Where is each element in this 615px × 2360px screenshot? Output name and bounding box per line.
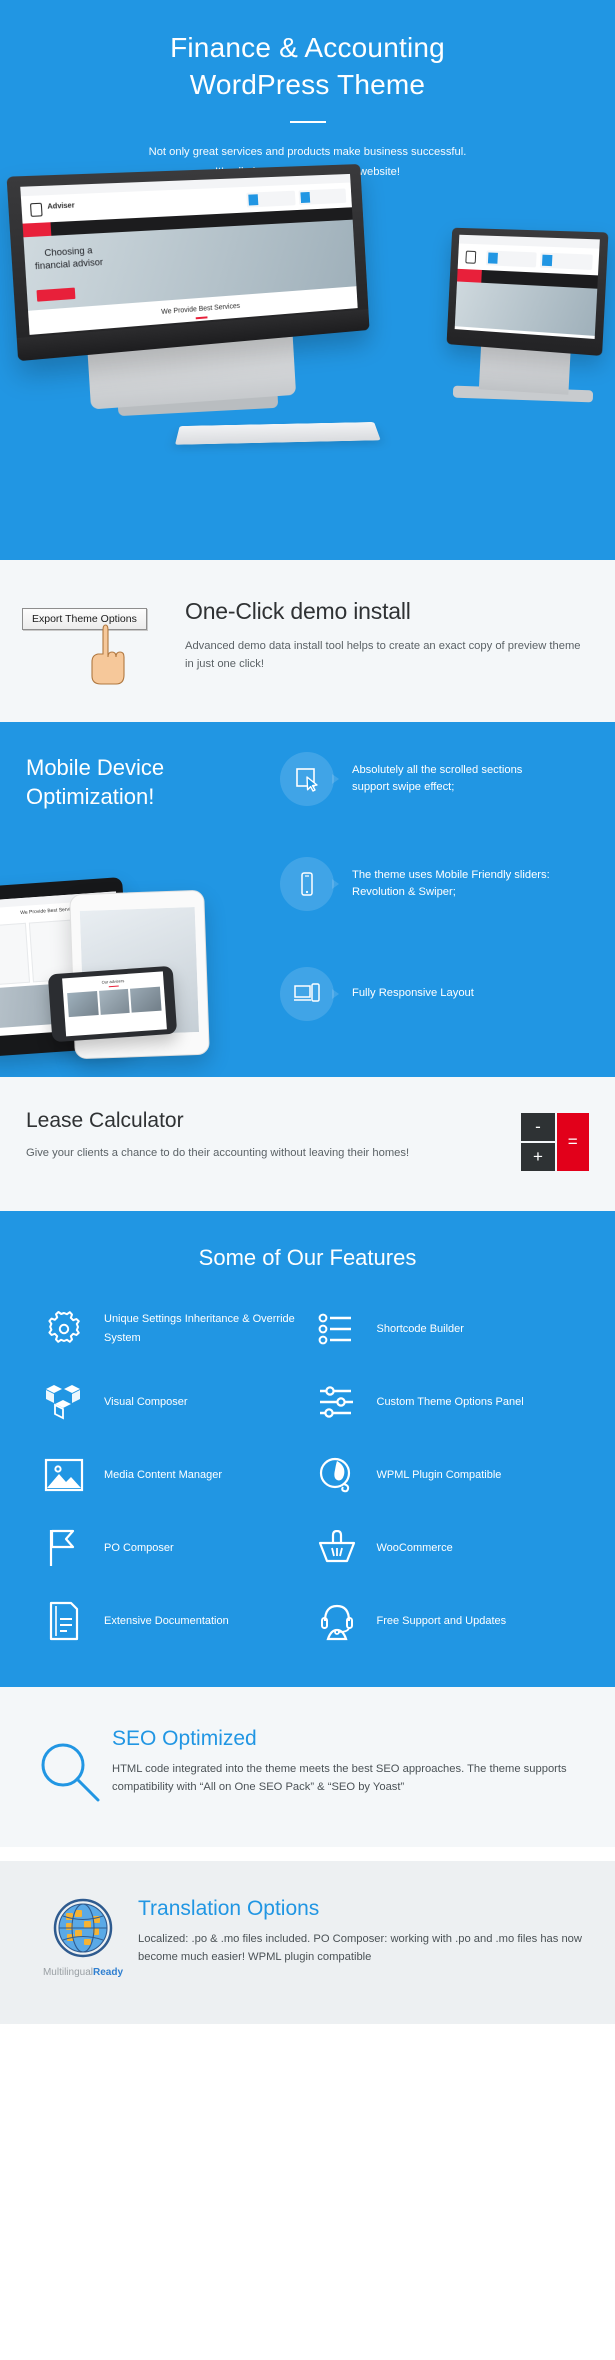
one-click-demo-section: Export Theme Options One-Click demo inst… [0,560,615,722]
page-title: Finance & Accounting WordPress Theme [0,30,615,104]
wpml-icon [315,1453,359,1497]
mobile-feature-responsive-text: Fully Responsive Layout [352,987,474,1000]
feature-extensive-documentation-label: Extensive Documentation [104,1614,229,1627]
primary-monitor: Adviser Choosing a financial advisor We P… [6,164,370,362]
mobile-title-line2: Optimization! [26,783,155,809]
device-mockup-illustration: Adviser Choosing a financial advisor We P… [0,164,615,560]
one-click-text: One-Click demo install Advanced demo dat… [185,598,615,674]
lease-description: Give your clients a chance to do their a… [26,1146,410,1159]
keyboard-mockup [175,422,381,445]
mobile-section-title: Mobile Device Optimization! [26,754,256,811]
feature-wpml-plugin: WPML Plugin Compatible [315,1453,588,1497]
mockup-cta-button [36,287,76,302]
calculator-minus-key[interactable]: - [521,1112,555,1142]
globe-icon [53,1898,113,1958]
mockup-logo-icon [465,250,477,264]
secondary-monitor-screen [454,234,600,339]
lease-title: Lease Calculator [26,1108,184,1132]
translation-title: Translation Options [138,1896,320,1920]
basket-icon [315,1526,359,1570]
feature-extensive-documentation: Extensive Documentation [42,1599,315,1643]
calculator-equals-key[interactable]: = [556,1112,589,1171]
section-spacer [0,1846,615,1861]
lease-text: Lease Calculator Give your clients a cha… [26,1109,409,1162]
mobile-feature-swipe: Absolutely all the scrolled sections sup… [280,751,557,806]
mobile-title-line1: Mobile Device [26,754,165,780]
responsive-devices-icon [280,966,339,1021]
mobile-feature-swipe-text: Absolutely all the scrolled sections sup… [352,763,523,793]
gear-icon [42,1307,86,1351]
hero-divider [289,120,326,123]
hero-subtitle-line1: Not only great services and products mak… [148,145,467,158]
primary-monitor-screen: Adviser Choosing a financial advisor We P… [20,173,358,335]
sliders-icon [315,1380,359,1424]
seo-title: SEO Optimized [112,1726,257,1750]
feature-po-composer: PO Composer [42,1526,315,1570]
infographic-page: Finance & Accounting WordPress Theme Not… [0,0,615,2024]
seo-description: HTML code integrated into the theme meet… [112,1762,567,1794]
document-icon [42,1599,86,1643]
feature-shortcode-builder-label: Shortcode Builder [376,1322,464,1335]
feature-media-content-manager: Media Content Manager [42,1453,315,1497]
one-click-title: One-Click demo install [185,598,411,624]
multilingual-ready-badge: MultilingualReady [28,1897,138,1978]
feature-woocommerce: WooCommerce [315,1526,588,1570]
mobile-feature-responsive: Fully Responsive Layout [280,966,557,1021]
seo-text: SEO Optimized HTML code integrated into … [112,1727,587,1796]
features-title: Some of Our Features [198,1244,417,1270]
mockup-brand-name: Adviser [47,202,75,211]
badge-text-ready: Ready [93,1966,124,1978]
cursor-click-icon [280,751,339,806]
calculator-plus-key[interactable]: + [521,1142,555,1171]
lease-calculator-section: Lease Calculator Give your clients a cha… [0,1076,615,1211]
feature-free-support: Free Support and Updates [315,1599,588,1643]
headset-support-icon [315,1599,359,1643]
feature-unique-settings: Unique Settings Inheritance & Override S… [42,1307,315,1351]
seo-section: SEO Optimized HTML code integrated into … [0,1686,615,1847]
secondary-monitor [446,227,609,357]
mobile-optimization-section: Mobile Device Optimization! Absolutely a… [0,721,615,1077]
feature-custom-theme-options: Custom Theme Options Panel [315,1380,588,1424]
calculator-icon: - + = [521,1112,589,1171]
badge-text-multilingual: Multilingual [42,1966,93,1978]
image-icon [42,1453,86,1497]
feature-po-composer-label: PO Composer [104,1541,174,1554]
feature-shortcode-builder: Shortcode Builder [315,1307,588,1351]
mobile-feature-sliders: The theme uses Mobile Friendly sliders: … [280,856,557,911]
feature-woocommerce-label: WooCommerce [376,1541,453,1554]
magnifier-icon [28,1727,112,1803]
feature-custom-theme-options-label: Custom Theme Options Panel [376,1395,524,1408]
mobile-feature-sliders-text: The theme uses Mobile Friendly sliders: … [352,868,550,898]
smartphone-icon [280,856,339,911]
translation-text: Translation Options Localized: .po & .mo… [138,1897,587,1966]
feature-media-content-manager-label: Media Content Manager [104,1468,223,1481]
flag-icon [42,1526,86,1570]
feature-visual-composer: Visual Composer [42,1380,315,1424]
translation-description: Localized: .po & .mo files included. PO … [138,1932,582,1964]
cubes-icon [42,1380,86,1424]
translation-section: MultilingualReady Translation Options Lo… [0,1860,615,2024]
feature-free-support-label: Free Support and Updates [376,1614,507,1627]
pointing-hand-icon [91,624,125,685]
features-grid: Unique Settings Inheritance & Override S… [0,1307,615,1643]
mockup-adviser-logo-icon [29,202,43,217]
feature-wpml-plugin-label: WPML Plugin Compatible [376,1468,502,1481]
list-bullets-icon [315,1307,359,1351]
multilingual-ready-label: MultilingualReady [28,1967,138,1978]
phone-mockup: Our advisers [47,965,178,1043]
feature-visual-composer-label: Visual Composer [104,1395,188,1408]
mockup-hero-heading: Choosing a financial advisor [34,244,104,272]
hero-section: Finance & Accounting WordPress Theme Not… [0,0,615,560]
features-section: Some of Our Features Unique Settings Inh… [0,1210,615,1687]
hero-title-line2: WordPress Theme [189,68,426,100]
hero-title-line1: Finance & Accounting [170,32,445,63]
one-click-illustration: Export Theme Options [0,598,185,685]
feature-unique-settings-label: Unique Settings Inheritance & Override S… [104,1313,295,1344]
one-click-description: Advanced demo data install tool helps to… [185,640,581,671]
